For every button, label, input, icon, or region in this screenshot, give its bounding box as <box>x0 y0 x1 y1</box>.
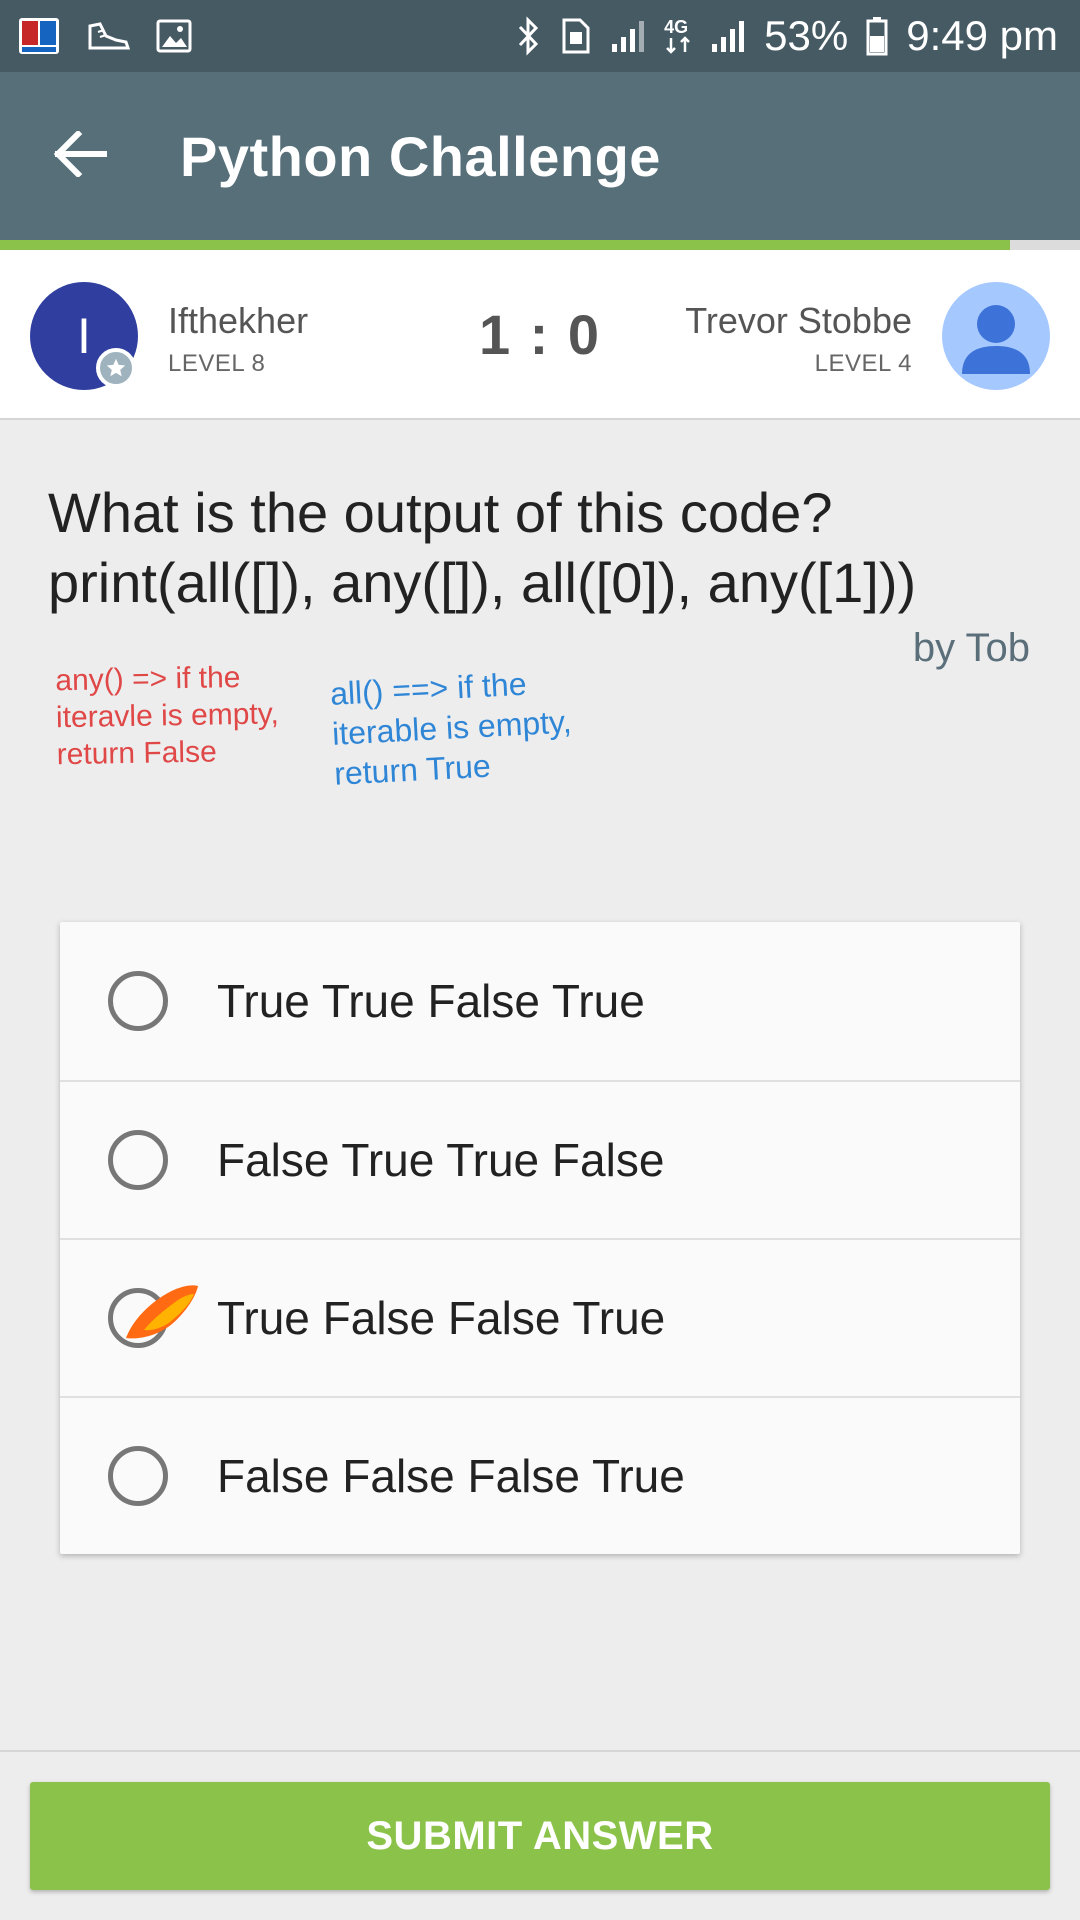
back-button[interactable] <box>26 101 136 211</box>
answer-option-label: True True False True <box>217 975 645 1027</box>
question-code: print(all([]), any([]), all([0]), any([1… <box>48 551 917 614</box>
network-4g-icon: 4G <box>664 18 692 54</box>
score: 1 : 0 <box>478 303 602 366</box>
status-bar-right: 4G 53% 9:49 pm <box>516 12 1058 60</box>
answer-option[interactable]: False True True False <box>60 1080 1020 1238</box>
radio-button[interactable] <box>108 1446 168 1506</box>
player-right-avatar[interactable] <box>942 282 1050 390</box>
answer-option-label: True False False True <box>217 1292 666 1344</box>
radio-button[interactable] <box>108 1130 168 1190</box>
battery-percent: 53% <box>764 12 849 59</box>
signal-icon <box>610 18 646 54</box>
player-right-name: Trevor Stobbe <box>685 300 912 341</box>
app-bar: Python Challenge <box>0 72 1080 240</box>
arrow-left-icon <box>53 129 108 182</box>
shoe-icon <box>86 18 130 54</box>
person-icon <box>942 305 1050 390</box>
answer-option-label: False False False True <box>217 1450 685 1502</box>
network-label: 4G <box>664 17 689 37</box>
app-book-icon <box>18 16 60 56</box>
answer-options: True True False True False True True Fal… <box>60 922 1020 1554</box>
answer-option[interactable]: False False False True <box>60 1396 1020 1554</box>
player-right-level: LEVEL 4 <box>814 350 912 377</box>
answer-option-label: False True True False <box>217 1134 665 1186</box>
handwritten-note-blue: all() ==> if the iterable is empty, retu… <box>329 665 573 792</box>
handwritten-note-red: any() => if the iteravle is empty, retur… <box>55 661 280 772</box>
page-title: Python Challenge <box>180 124 661 188</box>
bluetooth-icon <box>516 16 542 56</box>
question-author: by Tob <box>912 626 1030 670</box>
sim-icon <box>560 16 592 56</box>
progress-fill <box>0 240 1010 250</box>
battery-icon <box>866 16 888 56</box>
answer-option[interactable]: True False False True <box>60 1238 1020 1396</box>
players-header: I Ifthekher LEVEL 8 1 : 0 Trevor Stobbe … <box>0 250 1080 420</box>
clock: 9:49 pm <box>906 12 1058 59</box>
radio-button[interactable] <box>108 971 168 1031</box>
submit-answer-button[interactable]: SUBMIT ANSWER <box>30 1782 1050 1890</box>
progress-bar <box>0 240 1080 250</box>
question-line-1: What is the output of this code? <box>48 481 833 544</box>
image-icon <box>156 19 192 53</box>
signal-icon <box>710 18 746 54</box>
flame-check-icon <box>122 1282 200 1347</box>
answer-option[interactable]: True True False True <box>60 922 1020 1080</box>
bottom-divider <box>0 1750 1080 1752</box>
status-bar: 4G 53% 9:49 pm <box>0 0 1080 72</box>
question-text: What is the output of this code? print(a… <box>48 478 1048 618</box>
status-bar-left <box>18 16 192 56</box>
